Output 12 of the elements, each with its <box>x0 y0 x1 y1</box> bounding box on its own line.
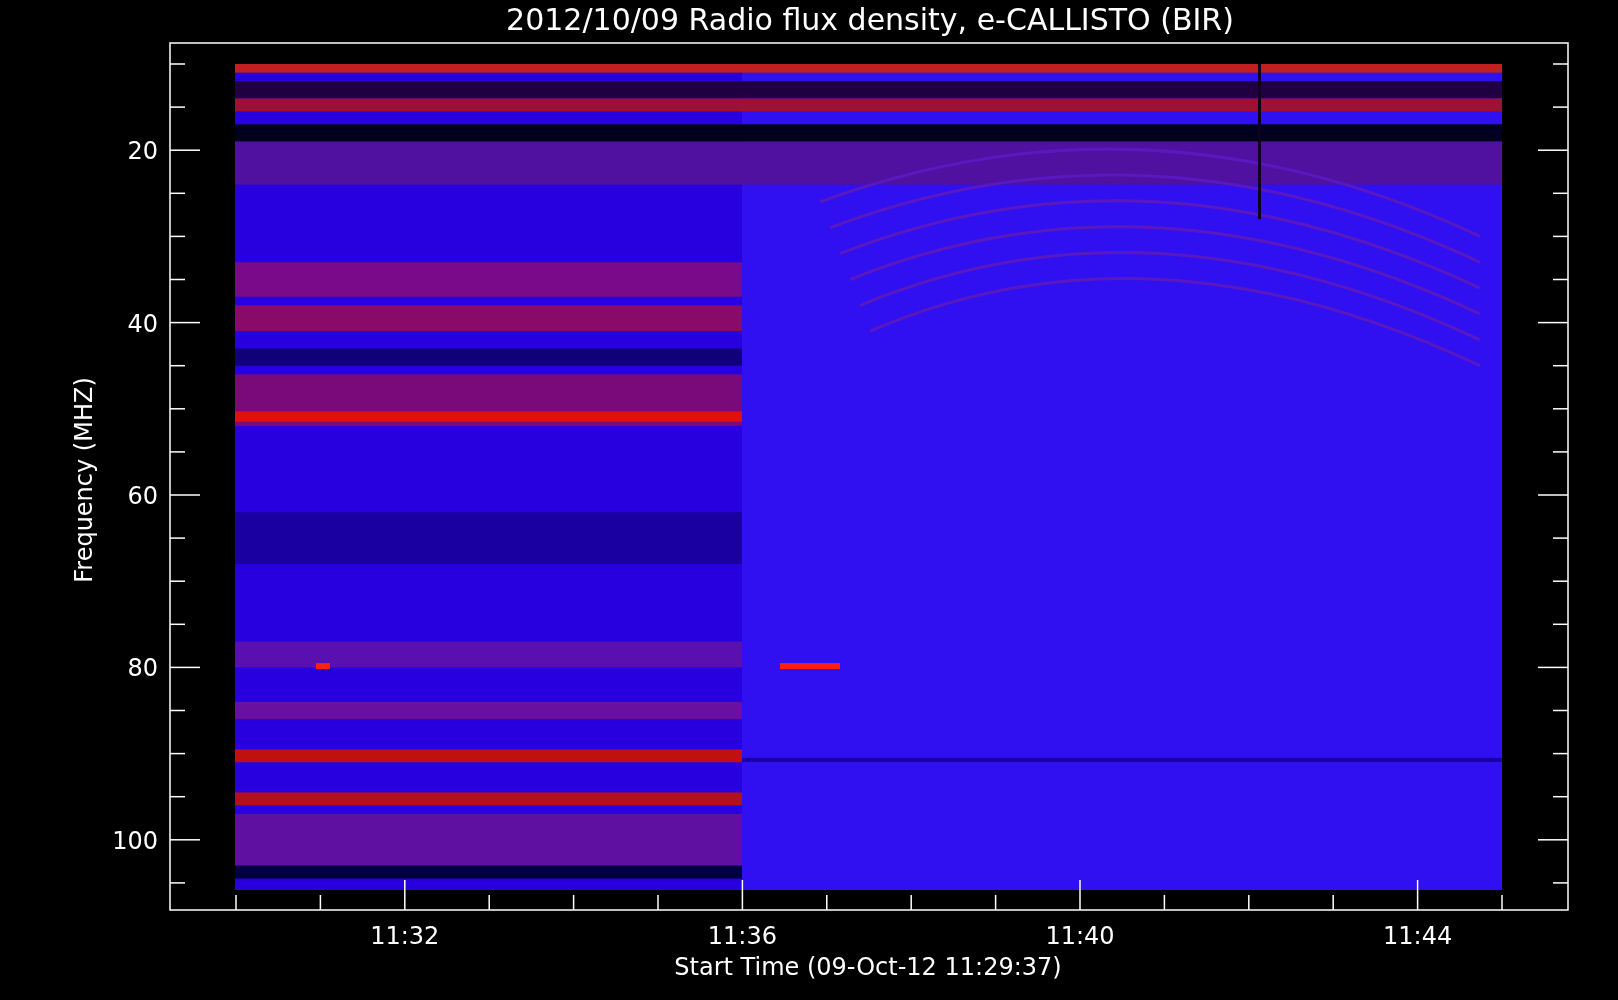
x-tick-label: 11:40 <box>1045 922 1115 950</box>
y-tick-label: 60 <box>127 482 158 510</box>
y-axis-label: Frequency (MHZ) <box>70 377 98 583</box>
y-tick-label: 40 <box>127 309 158 338</box>
x-tick-label: 11:32 <box>370 922 440 950</box>
x-tick-label: 11:36 <box>707 922 777 950</box>
x-axis-label: Start Time (09-Oct-12 11:29:37) <box>674 953 1062 981</box>
x-tick-label: 11:44 <box>1383 922 1453 950</box>
y-tick-label: 100 <box>112 826 158 855</box>
y-tick-label: 80 <box>127 654 158 683</box>
plot-title: 2012/10/09 Radio flux density, e-CALLISTO (BIR) <box>506 2 1234 37</box>
y-tick-label: 20 <box>127 137 158 166</box>
